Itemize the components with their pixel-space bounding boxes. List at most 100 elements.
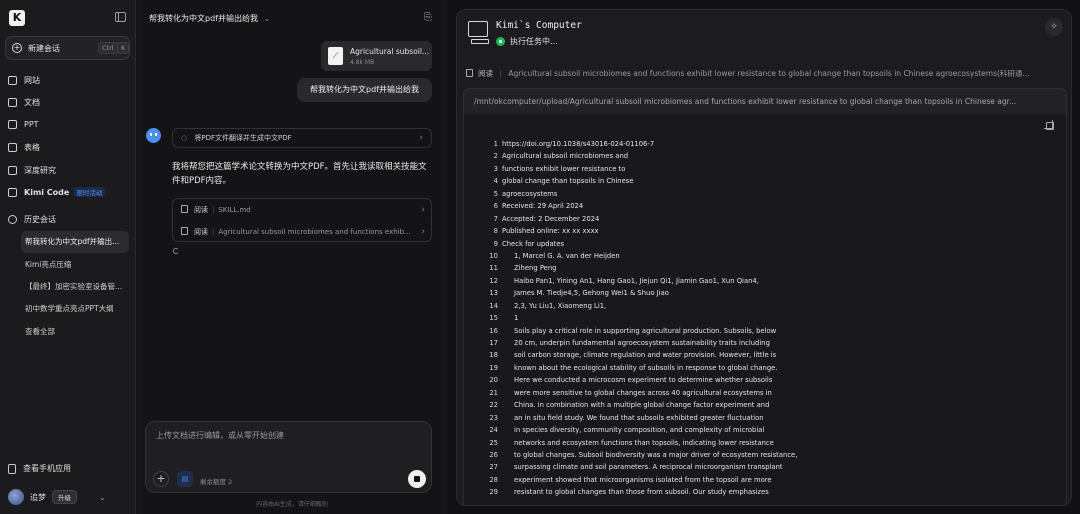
loading-spinner-icon — [173, 248, 179, 254]
promo-badge: 限时活动 — [73, 187, 106, 197]
file-line: 16 Soils play a critical role in supporti… — [464, 327, 1068, 339]
chevron-down-icon[interactable]: ⌄ — [99, 493, 106, 502]
line-number: 2 — [493, 152, 498, 161]
action-label: 阅读 — [478, 69, 493, 78]
sidebar-item-label: 文档 — [24, 98, 40, 107]
view-all-history-link[interactable]: 查看全部 — [21, 321, 129, 343]
message-input-box[interactable]: 上传文档进行编辑，或从零开始创建 + ▤ 剩余额度 2 — [145, 421, 432, 493]
file-line: 15 1 — [464, 314, 1068, 326]
copy-icon[interactable] — [1044, 120, 1054, 130]
sidebar-item-docs[interactable]: 文档 — [8, 97, 40, 108]
line-number: 1 — [493, 140, 498, 148]
computer-panel: Kimi`s Computer 执行任务中... ✧ 阅读 | Agricult… — [456, 9, 1072, 506]
attachment-icon[interactable]: ⎘ — [424, 12, 432, 23]
line-text: Accepted: 2 December 2024 — [502, 214, 600, 223]
line-number: 28 — [489, 475, 498, 484]
doc-mode-icon[interactable]: ▤ — [177, 471, 193, 487]
ppt-icon — [8, 120, 17, 129]
kimi-logo[interactable]: K — [9, 10, 25, 26]
document-icon — [181, 205, 188, 213]
sidebar-item-ppt[interactable]: PPT — [8, 120, 39, 129]
file-content-viewer[interactable]: 1 https://doi.org/10.1038/s43016-024-0110… — [463, 114, 1068, 505]
new-chat-button[interactable]: + 新建会话 Ctrl K — [5, 36, 130, 60]
file-line: 23 an in situ field study. We found that … — [464, 414, 1068, 426]
app-window: K + 新建会话 Ctrl K 网站 文档 PPT 表格 深度研究 Kimi C… — [0, 0, 1080, 514]
kimi-avatar-icon — [146, 128, 161, 143]
computer-status: 执行任务中... — [496, 36, 558, 47]
line-number: 19 — [489, 363, 498, 372]
file-line: 19 known about the ecological stability o… — [464, 364, 1068, 376]
line-number: 20 — [489, 376, 498, 385]
sidebar-item-research[interactable]: 深度研究 — [8, 165, 56, 176]
file-line: 1 https://doi.org/10.1038/s43016-024-0110… — [464, 140, 1068, 152]
message-input-placeholder[interactable]: 上传文档进行编辑，或从零开始创建 — [156, 430, 284, 441]
expand-icon[interactable]: ✧ — [1045, 18, 1063, 36]
pdf-icon: ⟋ — [328, 47, 343, 65]
file-line: 27 surpassing climate and soil parameters… — [464, 463, 1068, 475]
tool-call-read-pdf[interactable]: 阅读 | Agricultural subsoil microbiomes and … — [181, 222, 425, 242]
file-line: 2 Agricultural subsoil microbiomes and — [464, 152, 1068, 164]
tool-calls-card: 阅读 | SKILL.md › 阅读 | Agricultural subsoil mi… — [172, 198, 432, 242]
line-text: Received: 29 April 2024 — [502, 202, 584, 211]
file-size: 4.8k MB — [350, 59, 375, 66]
line-text: to global changes. Subsoil biodiversity … — [514, 450, 798, 459]
line-text: 1, Marcel G. A. van der Heijden — [514, 251, 620, 260]
tool-arg: Agricultural subsoil microbiomes and fun… — [218, 228, 411, 236]
chevron-right-icon: › — [421, 205, 425, 215]
line-text: Haibo Pan1, Yining An1, Hang Gao1, Jieju… — [514, 276, 759, 285]
history-header[interactable]: 历史会话 — [8, 214, 56, 225]
file-line: 18 soil carbon storage, climate regulatio… — [464, 351, 1068, 363]
history-item[interactable]: Kimi亮点压缩 — [21, 254, 129, 276]
mobile-app-link[interactable]: 查看手机应用 — [8, 463, 71, 474]
file-line: 4 global change than topsoils in Chinese — [464, 177, 1068, 189]
file-line: 5 agroecosystems — [464, 190, 1068, 202]
file-line: 13 James M. Tiedje4,5, Gehong Wei1 & Shuo… — [464, 289, 1068, 301]
line-number: 12 — [489, 276, 498, 285]
line-text: resistant to global changes than those f… — [514, 488, 769, 497]
sidebar-collapse-icon[interactable] — [115, 12, 126, 22]
line-number: 15 — [489, 314, 498, 323]
research-icon — [8, 166, 17, 175]
stop-generation-button[interactable] — [408, 470, 426, 488]
chevron-right-icon: › — [421, 227, 425, 237]
tool-arg: SKILL.md — [218, 206, 251, 214]
history-item[interactable]: 【最终】加密实验室设备管... — [21, 276, 129, 298]
sidebar-item-kimi-code[interactable]: Kimi Code 限时活动 — [8, 187, 106, 197]
line-number: 13 — [489, 289, 498, 298]
file-line: 28 experiment showed that microorganisms … — [464, 476, 1068, 488]
ai-disclaimer: 内容由AI生成，请仔细甄别 — [256, 501, 328, 508]
history-item[interactable]: 帮我转化为中文pdf并输出... — [21, 231, 129, 253]
line-text: Here we conducted a microcosm experiment… — [514, 376, 773, 385]
user-message: 帮我转化为中文pdf并输出给我 — [297, 78, 432, 102]
document-icon — [466, 69, 473, 77]
line-number: 5 — [493, 189, 498, 198]
chat-title-text: 帮我转化为中文pdf并输出给我 — [149, 14, 258, 23]
uploaded-file-card[interactable]: ⟋ Agricultural subsoil... 4.8k MB — [321, 41, 432, 71]
file-line: 8 Published online: xx xx xxxx — [464, 227, 1068, 239]
user-profile[interactable]: 追梦 升级 ⌄ — [8, 489, 106, 505]
line-text: James M. Tiedje4,5, Gehong Wei1 & Shuo J… — [514, 289, 669, 298]
line-text: networks and ecosystem functions than to… — [514, 438, 774, 447]
line-number: 24 — [489, 426, 498, 435]
tool-call-read-skill[interactable]: 阅读 | SKILL.md › — [181, 200, 425, 220]
file-line: 11 Ziheng Peng — [464, 264, 1068, 276]
sidebar-item-sheets[interactable]: 表格 — [8, 142, 40, 153]
upgrade-button[interactable]: 升级 — [52, 490, 77, 504]
sidebar-item-website[interactable]: 网站 — [8, 75, 40, 86]
line-number: 23 — [489, 413, 498, 422]
tool-action: 阅读 — [194, 206, 208, 214]
sidebar-item-label: 网站 — [24, 76, 40, 85]
line-number: 3 — [493, 164, 498, 173]
file-path-bar: /mnt/okcomputer/upload/Agricultural subs… — [463, 88, 1067, 115]
avatar — [8, 489, 24, 505]
add-attachment-button[interactable]: + — [153, 471, 169, 487]
line-number: 4 — [493, 177, 498, 186]
chat-title[interactable]: 帮我转化为中文pdf并输出给我 ⌄ — [149, 13, 270, 24]
line-number: 22 — [489, 401, 498, 410]
task-step-card[interactable]: ◌ 将PDF文件翻译并生成中文PDF › — [172, 128, 432, 148]
file-line: 26 to global changes. Subsoil biodiversit… — [464, 451, 1068, 463]
line-text: Soils play a critical role in supporting… — [514, 326, 777, 335]
history-item[interactable]: 初中数学重点亮点PPT大纲 — [21, 298, 129, 320]
document-icon — [181, 227, 188, 235]
line-number: 7 — [493, 214, 498, 223]
